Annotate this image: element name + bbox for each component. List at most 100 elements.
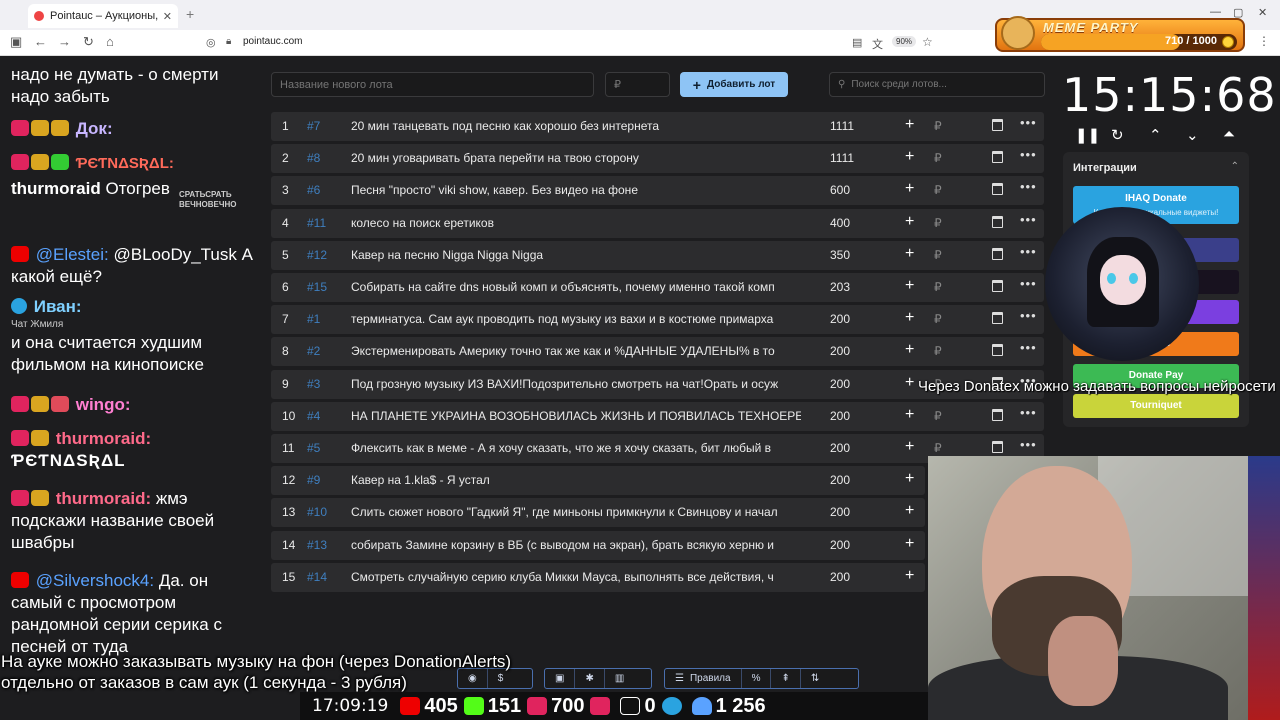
site-info-icon[interactable]: ◎ [206,36,216,49]
add-amount-icon[interactable]: + [905,535,914,553]
add-amount-icon[interactable]: + [905,309,914,327]
trash-icon[interactable] [992,247,1003,260]
trash-icon[interactable] [992,151,1003,164]
lot-amount[interactable]: 1111 [830,119,854,133]
ruble-icon[interactable]: ₽ [934,441,942,455]
more-icon[interactable]: ••• [1020,244,1037,259]
lot-id[interactable]: #13 [307,538,327,552]
add-lot-button[interactable]: + Добавить лот [680,72,788,97]
lot-amount[interactable]: 200 [830,344,850,358]
clear-icon[interactable]: ▥ [605,669,634,688]
lot-id[interactable]: #3 [307,377,320,391]
add-amount-icon[interactable]: + [905,341,914,359]
lot-amount[interactable]: 400 [830,216,850,230]
lot-row[interactable]: 15 #14 Смотреть случайную серию клуба Микк… [271,562,925,592]
trash-icon[interactable] [992,280,1003,292]
more-icon[interactable]: ••• [1020,405,1037,420]
sort-icon[interactable]: ⇅ [801,669,829,688]
chevron-down-icon[interactable]: ⌄ [1186,126,1199,144]
add-amount-icon[interactable]: + [905,148,914,166]
more-icon[interactable]: ••• [1020,308,1037,323]
trash-icon[interactable] [992,408,1003,421]
lot-row[interactable]: 5 #12 Кавер на песню Nigga Nigga Nigga 350 +… [271,240,1044,270]
trash-icon[interactable] [992,183,1003,196]
lot-amount[interactable]: 200 [830,473,850,487]
more-icon[interactable]: ••• [1020,340,1037,355]
chevron-up-icon[interactable]: ⌃ [1149,126,1162,144]
lot-id[interactable]: #11 [307,216,326,230]
lot-name[interactable]: собирать Замине корзину в ВБ (с выводом … [351,538,801,552]
browser-tab[interactable]: Pointauc – Аукционы, лотереи ✕ [28,4,178,28]
address-bar[interactable]: pointauc.com [243,36,302,47]
collapse-icon[interactable]: ⌃ [1231,161,1239,172]
reload-icon[interactable]: ↻ [83,34,94,50]
lot-name[interactable]: колесо на поиск еретиков [351,216,801,230]
add-amount-icon[interactable]: + [905,438,914,456]
lot-row[interactable]: 8 #2 Экстерменировать Америку точно так же… [271,337,1044,367]
double-chevron-up-icon[interactable]: ⏶ [1223,126,1235,143]
lot-amount[interactable]: 350 [830,248,850,262]
lot-amount[interactable]: 600 [830,183,850,197]
ruble-icon[interactable]: ₽ [934,216,942,230]
menu-icon[interactable]: ⋮ [1258,34,1270,48]
more-icon[interactable]: ••• [1020,212,1037,227]
trash-icon[interactable] [992,119,1003,131]
trash-icon[interactable] [992,312,1003,325]
ruble-icon[interactable]: ₽ [934,248,942,262]
back-icon[interactable]: ← [34,34,47,49]
lot-row[interactable]: 3 #6 Песня "просто" viki show, кавер. Без … [271,176,1044,206]
lot-amount[interactable]: 200 [830,538,850,552]
bookmark-star-icon[interactable]: ☆ [922,35,933,49]
ruble-icon[interactable]: ₽ [934,151,942,165]
ruble-icon[interactable]: ₽ [934,312,942,326]
lot-name[interactable]: Слить сюжет нового "Гадкий Я", где миньо… [351,505,801,519]
lot-name[interactable]: Кавер на песню Nigga Nigga Nigga [351,248,801,262]
lot-name[interactable]: терминатуса. Сам аук проводить под музык… [351,312,801,326]
add-amount-icon[interactable]: + [905,116,914,134]
add-amount-icon[interactable]: + [905,180,914,198]
ruble-icon[interactable]: ₽ [934,344,942,358]
lot-id[interactable]: #1 [307,312,320,326]
lot-row[interactable]: 2 #8 20 мин уговаривать брата перейти на т… [271,144,1044,174]
add-amount-icon[interactable]: + [905,470,914,488]
zoom-level[interactable]: 90% [892,36,917,47]
lot-row[interactable]: 7 #1 терминатуса. Сам аук проводить под му… [271,305,1044,335]
lot-id[interactable]: #14 [307,570,327,584]
trash-icon[interactable] [992,215,1003,228]
lot-amount[interactable]: 200 [830,505,850,519]
lot-name[interactable]: НА ПЛАНЕТЕ УКРАИНА ВОЗОБНОВИЛАСЬ ЖИЗНЬ И… [351,409,801,423]
split-icon[interactable]: ⇞ [771,669,801,688]
lot-name[interactable]: Собирать на сайте dns новый комп и объяс… [351,280,801,294]
lot-row[interactable]: 12 #9 Кавер на 1.kla$ - Я устал 200 + [271,466,925,496]
percent-button[interactable]: % [742,669,772,688]
lot-row[interactable]: 1 #7 20 мин танцевать под песню как хорошо… [271,112,1044,141]
add-amount-icon[interactable]: + [905,406,914,424]
lot-amount[interactable]: 200 [830,570,850,584]
more-icon[interactable]: ••• [1020,115,1037,130]
rules-button[interactable]: ☰ Правила [665,669,742,688]
lot-name[interactable]: Кавер на 1.kla$ - Я устал [351,473,801,487]
lot-amount[interactable]: 203 [830,280,850,294]
lot-row[interactable]: 13 #10 Слить сюжет нового "Гадкий Я", где … [271,498,925,528]
lot-amount[interactable]: 200 [830,312,850,326]
lot-amount[interactable]: 200 [830,409,850,423]
add-amount-icon[interactable]: + [905,374,914,392]
lot-amount[interactable]: 200 [830,441,850,455]
lot-amount[interactable]: 200 [830,377,850,391]
close-tab-icon[interactable]: ✕ [163,10,172,23]
lot-id[interactable]: #8 [307,151,320,165]
lot-id[interactable]: #9 [307,473,320,487]
reader-mode-icon[interactable]: ▤ [852,36,862,49]
more-icon[interactable]: ••• [1020,437,1037,452]
trash-icon[interactable] [992,441,1003,453]
add-amount-icon[interactable]: + [905,502,914,520]
lot-id[interactable]: #7 [307,119,320,133]
minimize-icon[interactable]: — [1210,6,1221,18]
trash-icon[interactable] [992,344,1003,357]
more-icon[interactable]: ••• [1020,276,1037,291]
home-icon[interactable]: ⌂ [106,34,114,49]
add-amount-icon[interactable]: + [905,245,914,263]
lot-row[interactable]: 14 #13 собирать Замине корзину в ВБ (с выв… [271,530,925,560]
new-lot-amount-input[interactable] [605,72,670,97]
lot-amount[interactable]: 1111 [830,151,854,165]
